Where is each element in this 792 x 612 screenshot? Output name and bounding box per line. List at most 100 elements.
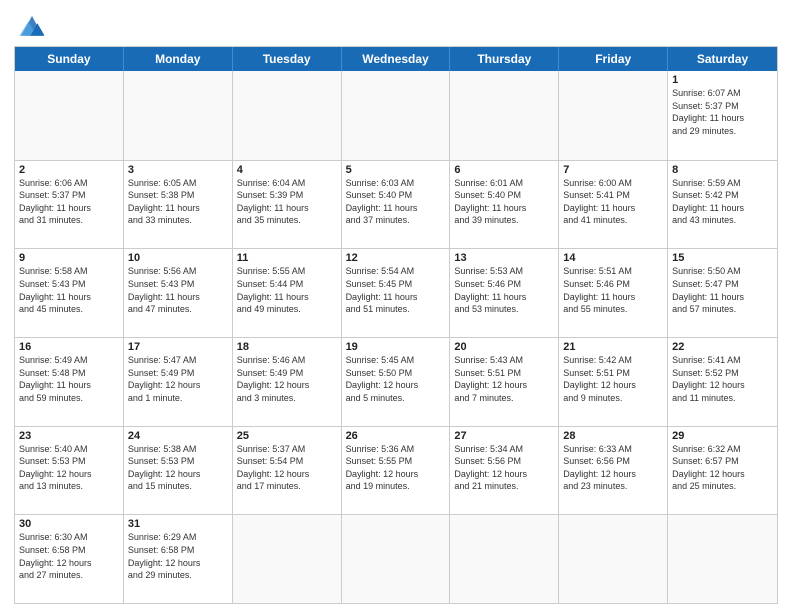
day-cell	[559, 71, 668, 160]
day-info: Sunrise: 5:54 AM Sunset: 5:45 PM Dayligh…	[346, 265, 446, 315]
day-number: 10	[128, 252, 228, 264]
day-number: 23	[19, 430, 119, 442]
day-info: Sunrise: 6:07 AM Sunset: 5:37 PM Dayligh…	[672, 87, 773, 137]
day-cell	[233, 515, 342, 603]
day-number: 25	[237, 430, 337, 442]
day-info: Sunrise: 6:01 AM Sunset: 5:40 PM Dayligh…	[454, 177, 554, 227]
day-info: Sunrise: 5:45 AM Sunset: 5:50 PM Dayligh…	[346, 354, 446, 404]
day-info: Sunrise: 5:37 AM Sunset: 5:54 PM Dayligh…	[237, 443, 337, 493]
day-number: 27	[454, 430, 554, 442]
day-number: 18	[237, 341, 337, 353]
day-number: 29	[672, 430, 773, 442]
day-number: 31	[128, 518, 228, 530]
day-cell	[124, 71, 233, 160]
day-cell: 24Sunrise: 5:38 AM Sunset: 5:53 PM Dayli…	[124, 427, 233, 515]
day-cell: 31Sunrise: 6:29 AM Sunset: 6:58 PM Dayli…	[124, 515, 233, 603]
day-info: Sunrise: 6:06 AM Sunset: 5:37 PM Dayligh…	[19, 177, 119, 227]
day-number: 3	[128, 164, 228, 176]
week-row-5: 30Sunrise: 6:30 AM Sunset: 6:58 PM Dayli…	[15, 514, 777, 603]
day-cell: 11Sunrise: 5:55 AM Sunset: 5:44 PM Dayli…	[233, 249, 342, 337]
day-info: Sunrise: 6:04 AM Sunset: 5:39 PM Dayligh…	[237, 177, 337, 227]
day-number: 17	[128, 341, 228, 353]
day-info: Sunrise: 5:41 AM Sunset: 5:52 PM Dayligh…	[672, 354, 773, 404]
day-number: 26	[346, 430, 446, 442]
day-number: 1	[672, 74, 773, 86]
day-cell: 10Sunrise: 5:56 AM Sunset: 5:43 PM Dayli…	[124, 249, 233, 337]
day-info: Sunrise: 5:34 AM Sunset: 5:56 PM Dayligh…	[454, 443, 554, 493]
day-info: Sunrise: 5:47 AM Sunset: 5:49 PM Dayligh…	[128, 354, 228, 404]
day-header-monday: Monday	[124, 47, 233, 71]
day-number: 13	[454, 252, 554, 264]
day-number: 5	[346, 164, 446, 176]
day-cell: 4Sunrise: 6:04 AM Sunset: 5:39 PM Daylig…	[233, 161, 342, 249]
day-number: 11	[237, 252, 337, 264]
day-cell: 23Sunrise: 5:40 AM Sunset: 5:53 PM Dayli…	[15, 427, 124, 515]
day-info: Sunrise: 6:32 AM Sunset: 6:57 PM Dayligh…	[672, 443, 773, 493]
day-info: Sunrise: 5:56 AM Sunset: 5:43 PM Dayligh…	[128, 265, 228, 315]
header	[14, 10, 778, 40]
day-cell: 19Sunrise: 5:45 AM Sunset: 5:50 PM Dayli…	[342, 338, 451, 426]
page: SundayMondayTuesdayWednesdayThursdayFrid…	[0, 0, 792, 612]
week-row-2: 9Sunrise: 5:58 AM Sunset: 5:43 PM Daylig…	[15, 248, 777, 337]
day-number: 14	[563, 252, 663, 264]
day-cell	[668, 515, 777, 603]
day-header-wednesday: Wednesday	[342, 47, 451, 71]
day-headers: SundayMondayTuesdayWednesdayThursdayFrid…	[15, 47, 777, 71]
day-info: Sunrise: 5:51 AM Sunset: 5:46 PM Dayligh…	[563, 265, 663, 315]
day-cell: 9Sunrise: 5:58 AM Sunset: 5:43 PM Daylig…	[15, 249, 124, 337]
day-cell: 6Sunrise: 6:01 AM Sunset: 5:40 PM Daylig…	[450, 161, 559, 249]
day-number: 4	[237, 164, 337, 176]
logo	[14, 10, 54, 40]
day-cell: 3Sunrise: 6:05 AM Sunset: 5:38 PM Daylig…	[124, 161, 233, 249]
day-cell	[450, 71, 559, 160]
day-cell	[342, 515, 451, 603]
day-info: Sunrise: 5:42 AM Sunset: 5:51 PM Dayligh…	[563, 354, 663, 404]
day-cell: 17Sunrise: 5:47 AM Sunset: 5:49 PM Dayli…	[124, 338, 233, 426]
day-cell: 15Sunrise: 5:50 AM Sunset: 5:47 PM Dayli…	[668, 249, 777, 337]
day-cell: 13Sunrise: 5:53 AM Sunset: 5:46 PM Dayli…	[450, 249, 559, 337]
day-info: Sunrise: 6:03 AM Sunset: 5:40 PM Dayligh…	[346, 177, 446, 227]
calendar: SundayMondayTuesdayWednesdayThursdayFrid…	[14, 46, 778, 604]
day-cell: 25Sunrise: 5:37 AM Sunset: 5:54 PM Dayli…	[233, 427, 342, 515]
day-cell: 27Sunrise: 5:34 AM Sunset: 5:56 PM Dayli…	[450, 427, 559, 515]
day-cell: 8Sunrise: 5:59 AM Sunset: 5:42 PM Daylig…	[668, 161, 777, 249]
day-number: 19	[346, 341, 446, 353]
day-info: Sunrise: 5:59 AM Sunset: 5:42 PM Dayligh…	[672, 177, 773, 227]
day-info: Sunrise: 5:50 AM Sunset: 5:47 PM Dayligh…	[672, 265, 773, 315]
day-info: Sunrise: 6:29 AM Sunset: 6:58 PM Dayligh…	[128, 531, 228, 581]
day-cell: 29Sunrise: 6:32 AM Sunset: 6:57 PM Dayli…	[668, 427, 777, 515]
day-number: 21	[563, 341, 663, 353]
day-header-friday: Friday	[559, 47, 668, 71]
day-cell: 12Sunrise: 5:54 AM Sunset: 5:45 PM Dayli…	[342, 249, 451, 337]
day-info: Sunrise: 5:36 AM Sunset: 5:55 PM Dayligh…	[346, 443, 446, 493]
day-cell: 30Sunrise: 6:30 AM Sunset: 6:58 PM Dayli…	[15, 515, 124, 603]
day-info: Sunrise: 5:53 AM Sunset: 5:46 PM Dayligh…	[454, 265, 554, 315]
week-row-0: 1Sunrise: 6:07 AM Sunset: 5:37 PM Daylig…	[15, 71, 777, 160]
day-cell: 14Sunrise: 5:51 AM Sunset: 5:46 PM Dayli…	[559, 249, 668, 337]
day-cell: 18Sunrise: 5:46 AM Sunset: 5:49 PM Dayli…	[233, 338, 342, 426]
day-cell: 5Sunrise: 6:03 AM Sunset: 5:40 PM Daylig…	[342, 161, 451, 249]
day-number: 30	[19, 518, 119, 530]
day-cell: 20Sunrise: 5:43 AM Sunset: 5:51 PM Dayli…	[450, 338, 559, 426]
day-info: Sunrise: 5:49 AM Sunset: 5:48 PM Dayligh…	[19, 354, 119, 404]
day-number: 16	[19, 341, 119, 353]
day-cell: 1Sunrise: 6:07 AM Sunset: 5:37 PM Daylig…	[668, 71, 777, 160]
day-info: Sunrise: 5:58 AM Sunset: 5:43 PM Dayligh…	[19, 265, 119, 315]
day-header-thursday: Thursday	[450, 47, 559, 71]
day-number: 8	[672, 164, 773, 176]
day-number: 9	[19, 252, 119, 264]
day-info: Sunrise: 6:05 AM Sunset: 5:38 PM Dayligh…	[128, 177, 228, 227]
week-row-1: 2Sunrise: 6:06 AM Sunset: 5:37 PM Daylig…	[15, 160, 777, 249]
day-info: Sunrise: 5:40 AM Sunset: 5:53 PM Dayligh…	[19, 443, 119, 493]
day-cell	[342, 71, 451, 160]
logo-icon	[14, 10, 50, 40]
day-cell: 22Sunrise: 5:41 AM Sunset: 5:52 PM Dayli…	[668, 338, 777, 426]
week-row-3: 16Sunrise: 5:49 AM Sunset: 5:48 PM Dayli…	[15, 337, 777, 426]
calendar-body: 1Sunrise: 6:07 AM Sunset: 5:37 PM Daylig…	[15, 71, 777, 603]
day-number: 22	[672, 341, 773, 353]
day-header-tuesday: Tuesday	[233, 47, 342, 71]
day-info: Sunrise: 5:46 AM Sunset: 5:49 PM Dayligh…	[237, 354, 337, 404]
week-row-4: 23Sunrise: 5:40 AM Sunset: 5:53 PM Dayli…	[15, 426, 777, 515]
day-info: Sunrise: 5:55 AM Sunset: 5:44 PM Dayligh…	[237, 265, 337, 315]
day-info: Sunrise: 6:30 AM Sunset: 6:58 PM Dayligh…	[19, 531, 119, 581]
